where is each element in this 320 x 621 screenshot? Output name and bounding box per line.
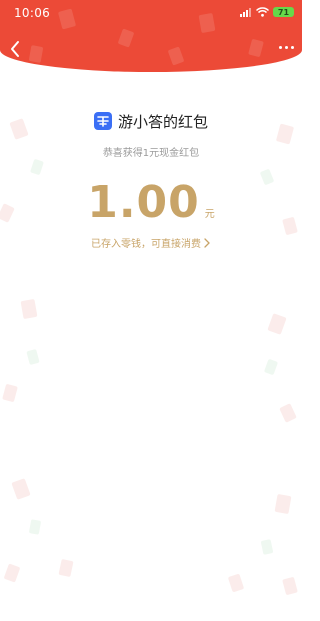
app-logo-icon xyxy=(93,112,112,130)
battery-icon: 71 xyxy=(273,7,294,17)
wifi-icon xyxy=(256,7,269,17)
back-arrow-icon[interactable] xyxy=(8,40,24,58)
amount-value: 1.00 xyxy=(87,177,200,228)
greeting-subtitle: 恭喜获得1元现金红包 xyxy=(102,148,200,159)
red-packet-header: 10:06 71 xyxy=(0,0,302,72)
sender-row: 游小答的红包 xyxy=(0,110,302,132)
amount-unit: 元 xyxy=(204,209,215,220)
red-packet-content: 游小答的红包 恭喜获得1元现金红包 1.00 元 已存入零钱，可直接消费 xyxy=(0,110,302,250)
background-pattern xyxy=(0,118,298,595)
sender-title: 游小答的红包 xyxy=(117,112,208,131)
chevron-right-icon xyxy=(204,237,210,248)
status-icons: 71 xyxy=(240,7,294,17)
status-bar: 10:06 71 xyxy=(0,0,302,24)
more-icon[interactable] xyxy=(279,46,294,49)
wallet-link-text: 已存入零钱，可直接消费 xyxy=(91,239,201,250)
amount-row: 1.00 元 xyxy=(0,179,302,227)
signal-icon xyxy=(240,7,251,17)
status-time: 10:06 xyxy=(14,6,51,20)
wallet-link[interactable]: 已存入零钱，可直接消费 xyxy=(0,235,302,250)
